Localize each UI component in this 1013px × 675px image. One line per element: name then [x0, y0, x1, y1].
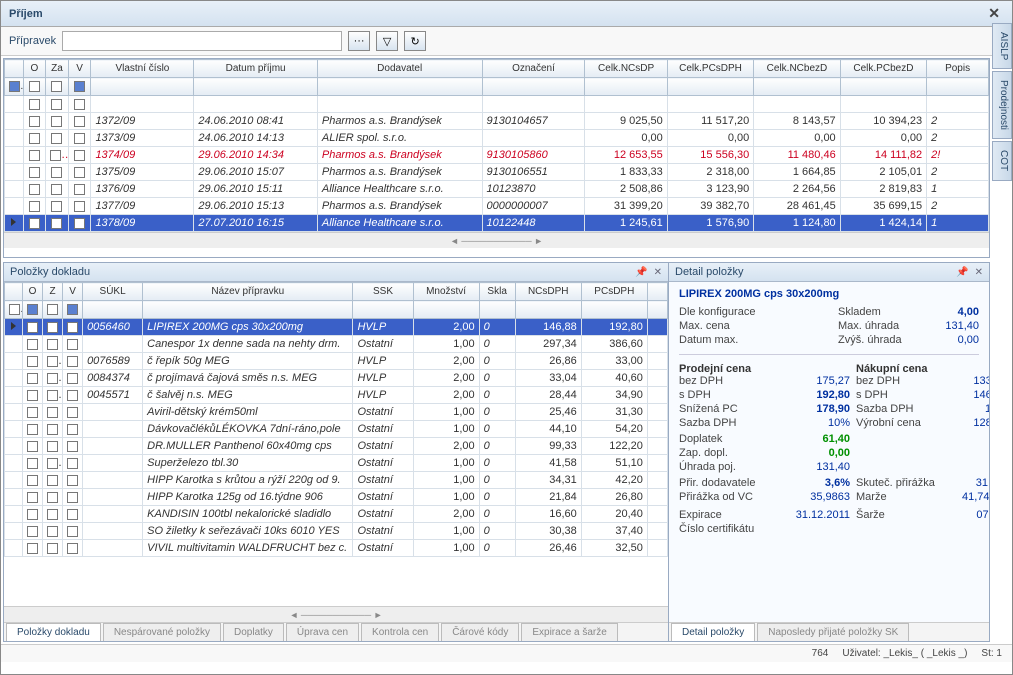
pin-icon[interactable]: 📌 — [956, 267, 968, 278]
tab-0[interactable]: Položky dokladu — [6, 623, 101, 641]
table-row[interactable]: Canespor 1x denne sada na nehty drm.Osta… — [5, 336, 668, 353]
col-header[interactable]: Celk.PCbezD — [840, 60, 926, 78]
side-tab-aislp[interactable]: AISLP — [992, 23, 1012, 69]
col-header[interactable]: SSK — [353, 283, 413, 301]
table-row[interactable]: 1375/0929.06.2010 15:07Pharmos a.s. Bran… — [5, 164, 989, 181]
table-row[interactable]: DávkovačlékůLÉKOVKA 7dní-ráno,poleOstatn… — [5, 421, 668, 438]
col-header[interactable]: Množství — [413, 283, 479, 301]
close-pane-icon[interactable]: ✕ — [654, 267, 662, 278]
refresh-button[interactable]: ↻ — [404, 31, 426, 51]
items-grid[interactable]: OZVSÚKLNázev přípravkuSSKMnožstvíSklaNCs… — [4, 282, 668, 606]
table-row[interactable]: x0045571č šalvěj n.s. MEGHVLP2,00028,443… — [5, 387, 668, 404]
tab-r-0[interactable]: Detail položky — [671, 623, 755, 641]
table-row[interactable]: SO žiletky k seřezávači 10ks 6010 YESOst… — [5, 523, 668, 540]
col-header[interactable]: V — [63, 283, 83, 301]
col-header[interactable]: Název přípravku — [143, 283, 353, 301]
hscroll[interactable]: ◄ ─────────── ► — [4, 232, 989, 248]
close-icon[interactable]: ✕ — [984, 5, 1004, 22]
table-row[interactable]: Aviril-dětský krém50mlOstatní1,00025,463… — [5, 404, 668, 421]
table-row[interactable]: HIPP Karotka s krůtou a rýží 220g od 9.O… — [5, 472, 668, 489]
col-header[interactable]: Skla — [479, 283, 515, 301]
tab-3[interactable]: Úprava cen — [286, 623, 359, 641]
col-header[interactable]: PCsDPH — [581, 283, 647, 301]
col-header[interactable]: NCsDPH — [515, 283, 581, 301]
tab-6[interactable]: Expirace a šarže — [521, 623, 617, 641]
col-header[interactable]: Celk.NCsDP — [585, 60, 667, 78]
items-pane-title: Položky dokladu — [10, 266, 90, 278]
col-header[interactable] — [647, 283, 667, 301]
picker-button[interactable]: ··· — [348, 31, 370, 51]
col-header[interactable]: Celk.PCsDPH — [667, 60, 753, 78]
col-header[interactable]: Celk.NCbezD — [754, 60, 840, 78]
table-row[interactable]: 1376/0929.06.2010 15:11Alliance Healthca… — [5, 181, 989, 198]
status-user: Uživatel: _Lekis_ ( _Lekis _) — [842, 648, 967, 659]
table-row[interactable]: DR.MULLER Panthenol 60x40mg cpsOstatní2,… — [5, 438, 668, 455]
table-row[interactable]: 1373/0924.06.2010 14:13ALIER spol. s.r.o… — [5, 130, 989, 147]
col-header[interactable]: Označení — [482, 60, 585, 78]
col-header[interactable]: Datum příjmu — [194, 60, 318, 78]
filter-label: Přípravek — [9, 35, 56, 47]
status-st: St: 1 — [981, 648, 1002, 659]
filter-button[interactable]: ▽ — [376, 31, 398, 51]
col-header[interactable]: O — [23, 283, 43, 301]
table-row[interactable]: 1378/0927.07.2010 16:15Alliance Healthca… — [5, 215, 989, 232]
tab-r-1[interactable]: Naposledy přijaté položky SK — [757, 623, 909, 641]
window-title: Příjem — [9, 8, 43, 20]
col-header[interactable]: Za — [46, 60, 69, 78]
table-row[interactable]: x0076589č řepík 50g MEGHVLP2,00026,8633,… — [5, 353, 668, 370]
tab-2[interactable]: Doplatky — [223, 623, 284, 641]
detail-panel: LIPIREX 200MG cps 30x200mg Dle konfigura… — [669, 282, 989, 622]
col-header[interactable]: Popis — [927, 60, 989, 78]
table-row[interactable]: 0056460LIPIREX 200MG cps 30x200mgHVLP2,0… — [5, 319, 668, 336]
table-row[interactable]: HIPP Karotka 125g od 16.týdne 906Ostatní… — [5, 489, 668, 506]
side-tab-prodejnosti[interactable]: Prodejnosti — [992, 71, 1012, 139]
col-header[interactable]: Z — [43, 283, 63, 301]
hscroll2[interactable]: ◄ ─────────── ► — [4, 606, 668, 622]
table-row[interactable]: xSuperželezo tbl.30Ostatní1,00041,5851,1… — [5, 455, 668, 472]
detail-pane-title: Detail položky — [675, 266, 743, 278]
pin-icon[interactable]: 📌 — [635, 267, 647, 278]
receipts-grid[interactable]: OZaVVlastní čísloDatum příjmuDodavatelOz… — [4, 59, 989, 232]
tab-5[interactable]: Čárové kódy — [441, 623, 519, 641]
tab-1[interactable]: Nespárované položky — [103, 623, 221, 641]
filter-input[interactable] — [62, 31, 342, 51]
table-row[interactable] — [5, 96, 989, 113]
detail-item-title: LIPIREX 200MG cps 30x200mg — [679, 288, 979, 300]
col-header[interactable]: V — [68, 60, 91, 78]
table-row[interactable]: VIVIL multivitamin WALDFRUCHT bez c.Osta… — [5, 540, 668, 557]
col-header[interactable]: Dodavatel — [317, 60, 482, 78]
table-row[interactable]: 1377/0929.06.2010 15:13Pharmos a.s. Bran… — [5, 198, 989, 215]
close-pane-icon[interactable]: ✕ — [975, 267, 983, 278]
col-header[interactable] — [5, 283, 23, 301]
table-row[interactable]: 1372/0924.06.2010 08:41Pharmos a.s. Bran… — [5, 113, 989, 130]
col-header[interactable] — [5, 60, 24, 78]
tab-4[interactable]: Kontrola cen — [361, 623, 439, 641]
status-count: 764 — [812, 648, 829, 659]
col-header[interactable]: O — [23, 60, 46, 78]
table-row[interactable]: !1374/0929.06.2010 14:34Pharmos a.s. Bra… — [5, 147, 989, 164]
col-header[interactable]: Vlastní číslo — [91, 60, 194, 78]
table-row[interactable]: x0084374č projímavá čajová směs n.s. MEG… — [5, 370, 668, 387]
side-tab-cot[interactable]: COT — [992, 141, 1012, 180]
table-row[interactable]: KANDISIN 100tbl nekalorické sladidloOsta… — [5, 506, 668, 523]
col-header[interactable]: SÚKL — [83, 283, 143, 301]
